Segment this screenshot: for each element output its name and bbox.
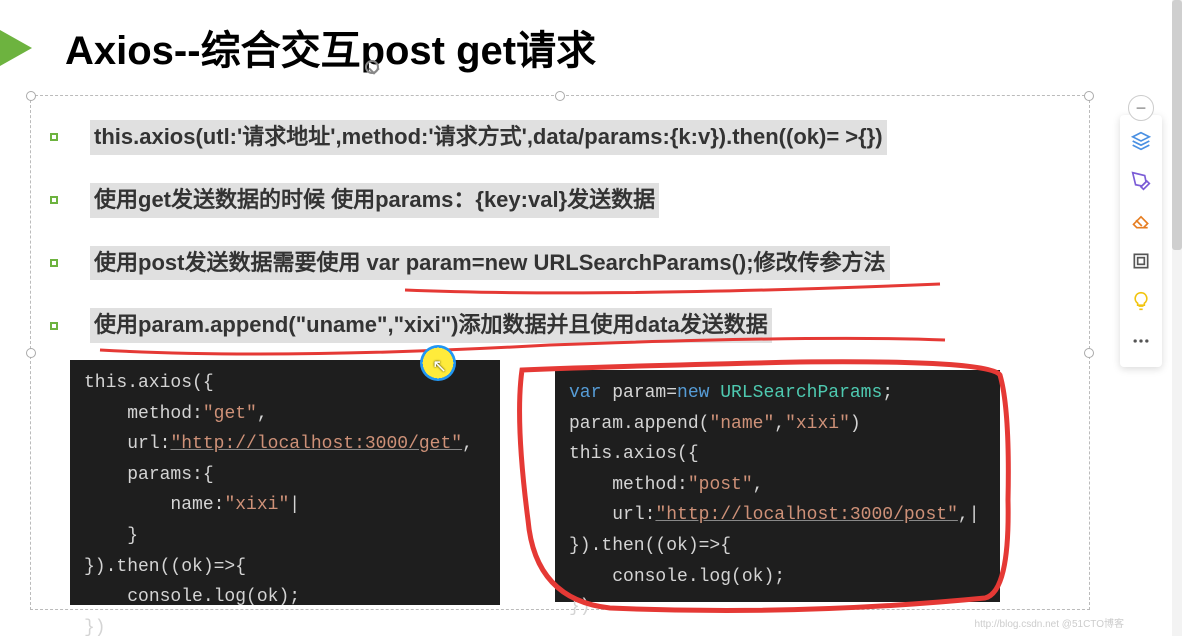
side-toolbar — [1120, 115, 1162, 367]
vertical-scrollbar-thumb[interactable] — [1172, 0, 1182, 250]
bullet-text: this.axios(utl:'请求地址',method:'请求方式',data… — [90, 120, 887, 155]
selection-handle[interactable] — [1084, 348, 1094, 358]
selection-handle[interactable] — [26, 348, 36, 358]
watermark: http://blog.csdn.net @51CTO博客 — [975, 615, 1124, 630]
selection-handle[interactable] — [1084, 91, 1094, 101]
more-icon[interactable] — [1125, 325, 1157, 357]
bullet-icon — [50, 322, 58, 330]
pen-icon[interactable] — [1125, 165, 1157, 197]
selection-handle[interactable] — [555, 91, 565, 101]
list-item: 使用param.append("uname","xixi")添加数据并且使用da… — [45, 308, 1085, 343]
slide-triangle-decoration — [0, 30, 32, 66]
bullet-icon — [50, 133, 58, 141]
resolve-icon — [365, 60, 379, 74]
frame-icon[interactable] — [1125, 245, 1157, 277]
list-item: this.axios(utl:'请求地址',method:'请求方式',data… — [45, 120, 1085, 155]
bullet-icon — [50, 196, 58, 204]
list-item: 使用get发送数据的时候 使用params：{key:val}发送数据 — [45, 183, 1085, 218]
layers-icon[interactable] — [1125, 125, 1157, 157]
list-item: 使用post发送数据需要使用 var param=new URLSearchPa… — [45, 246, 1085, 281]
code-block-get: this.axios({ method:"get", url:"http://l… — [70, 360, 500, 605]
cursor-arrow-icon: ↖ — [432, 356, 447, 377]
bullet-list: this.axios(utl:'请求地址',method:'请求方式',data… — [45, 105, 1085, 371]
bullet-text: 使用get发送数据的时候 使用params：{key:val}发送数据 — [90, 183, 659, 218]
bullet-text: 使用param.append("uname","xixi")添加数据并且使用da… — [90, 308, 772, 343]
selection-handle[interactable] — [26, 91, 36, 101]
bullet-icon — [50, 259, 58, 267]
code-block-post: var param=new URLSearchParams;param.appe… — [555, 370, 1000, 602]
eraser-icon[interactable] — [1125, 205, 1157, 237]
collapse-button[interactable]: − — [1128, 95, 1154, 121]
bulb-icon[interactable] — [1125, 285, 1157, 317]
bullet-text: 使用post发送数据需要使用 var param=new URLSearchPa… — [90, 246, 890, 281]
minus-icon: − — [1136, 98, 1147, 119]
page-title: Axios--综合交互post get请求 — [65, 18, 596, 76]
